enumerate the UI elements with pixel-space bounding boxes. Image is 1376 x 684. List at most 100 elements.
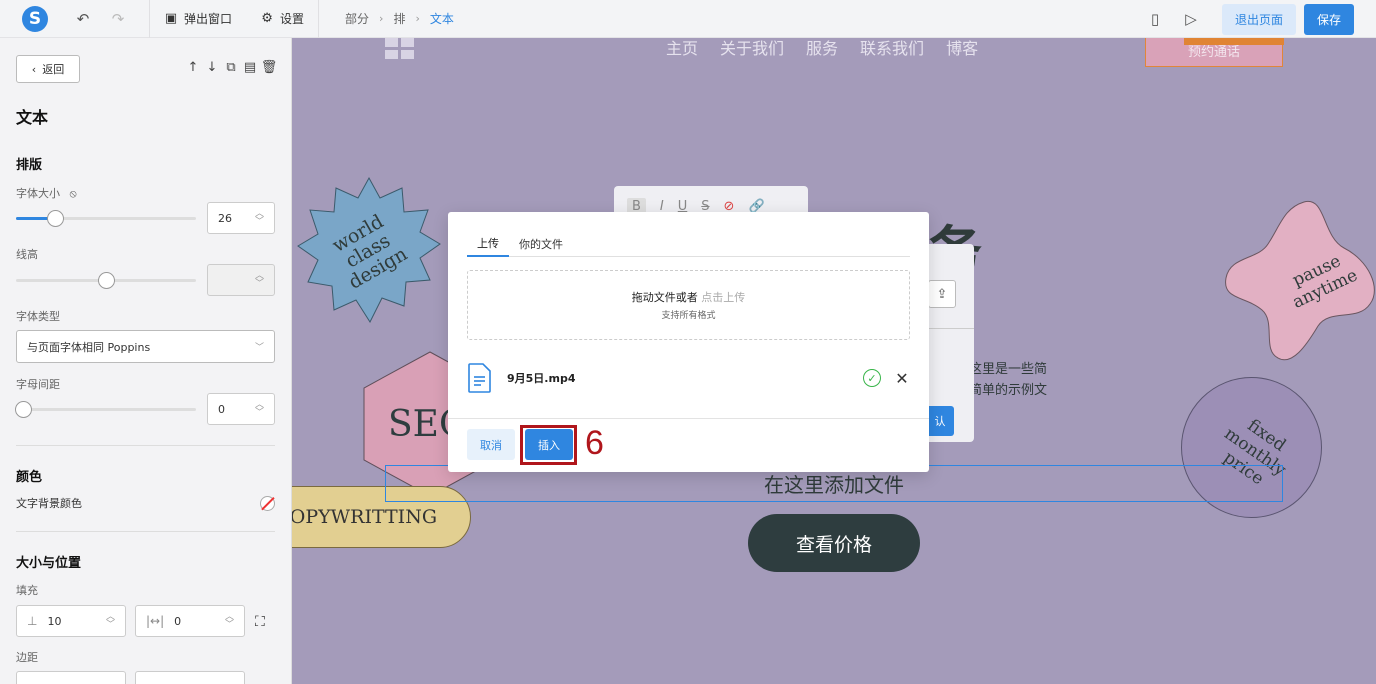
slider-knob[interactable] xyxy=(47,210,64,227)
nav-item-about[interactable]: 关于我们 xyxy=(720,38,784,59)
add-file-text: 在这里添加文件 xyxy=(764,473,904,497)
save-button[interactable]: 保存 xyxy=(1303,3,1354,35)
background-dialog: ⇪ 认 xyxy=(926,244,974,442)
no-color-icon[interactable] xyxy=(260,495,275,511)
font-size-value: 26 xyxy=(218,211,232,225)
line-height-input[interactable]: ︿ ﹀ xyxy=(207,264,275,296)
color-heading: 颜色 xyxy=(16,470,43,485)
divider xyxy=(16,445,275,446)
divider xyxy=(448,418,929,419)
divider xyxy=(926,328,974,329)
reset-icon[interactable]: ⦸ xyxy=(70,187,77,200)
upload-icon[interactable]: ⇪ xyxy=(928,280,956,308)
line-height-label: 线高 xyxy=(16,248,38,261)
font-size-input[interactable]: 26 ︿ ﹀ xyxy=(207,202,275,234)
popup-button[interactable]: ▣ 弹出窗口 xyxy=(164,10,232,27)
exit-page-button[interactable]: 退出页面 xyxy=(1221,3,1296,35)
check-circle-icon: ✓ xyxy=(863,369,881,387)
stepper-icon[interactable]: ︿ ﹀ xyxy=(255,401,264,418)
margin-vertical-input[interactable] xyxy=(16,671,126,684)
dropzone-subtext: 支持所有格式 xyxy=(661,311,716,321)
tab-upload[interactable]: 上传 xyxy=(467,231,509,257)
breadcrumb-item-text: 文本 xyxy=(429,12,454,26)
chevron-left-icon: ‹ xyxy=(31,62,37,76)
padding-vertical-input[interactable]: ⊥ 10 ︿ ﹀ xyxy=(16,605,126,637)
font-size-label: 字体大小 ⦸ xyxy=(16,185,77,201)
horizontal-padding-icon: |↔| xyxy=(146,614,165,628)
slider-knob[interactable] xyxy=(15,401,32,418)
move-up-icon[interactable]: ↑ xyxy=(186,60,200,75)
copywriting-text: COPYWRITTING xyxy=(292,506,437,528)
close-icon[interactable]: ✕ xyxy=(893,369,911,388)
padding-horizontal-input[interactable]: |↔| 0 ︿ ﹀ xyxy=(135,605,245,637)
vertical-padding-icon: ⊥ xyxy=(27,614,38,628)
stepper-icon[interactable]: ︿ ﹀ xyxy=(225,613,234,630)
font-size-slider[interactable] xyxy=(16,210,196,227)
click-upload-link[interactable]: 点击上传 xyxy=(701,291,745,304)
stepper-icon[interactable]: ︿ ﹀ xyxy=(106,613,115,630)
padding-horizontal-value: 0 xyxy=(174,614,182,628)
dropzone-instruction: 拖动文件或者 xyxy=(631,291,698,304)
properties-panel: ‹ 返回 ↑ ↓ ⧉ ▤ 🗑 文本 排版 字体大小 ⦸ 26 ︿ ﹀ 线高 ︿ ﹀ … xyxy=(0,38,292,684)
nav-item-contact[interactable]: 联系我们 xyxy=(860,38,924,59)
stepper-icon[interactable]: ︿ ﹀ xyxy=(255,210,264,227)
nav-item-blog[interactable]: 博客 xyxy=(946,38,978,59)
element-toolbar[interactable] xyxy=(1184,38,1284,45)
book-call-button[interactable]: 预约通话 xyxy=(1145,38,1284,67)
file-dropzone[interactable]: 拖动文件或者 点击上传 支持所有格式 xyxy=(467,270,910,340)
padding-label: 填充 xyxy=(16,584,38,597)
font-type-label: 字体类型 xyxy=(16,310,60,323)
copy-icon[interactable]: ⧉ xyxy=(224,60,238,75)
gear-icon: ⚙ xyxy=(261,11,273,26)
typography-heading: 排版 xyxy=(16,158,43,173)
letter-spacing-input[interactable]: 0 ︿ ﹀ xyxy=(207,393,275,425)
redo-icon[interactable]: ↷ xyxy=(109,10,127,28)
font-size-label-text: 字体大小 xyxy=(16,187,60,200)
divider xyxy=(149,0,150,38)
confirm-button[interactable]: 认 xyxy=(926,406,954,436)
mobile-preview-icon[interactable]: ▯ xyxy=(1146,10,1164,28)
breadcrumb: 部分 › 排 › 文本 xyxy=(345,10,454,27)
panel-title: 文本 xyxy=(16,108,49,127)
tab-your-files[interactable]: 你的文件 xyxy=(509,231,573,257)
margin-horizontal-input[interactable] xyxy=(135,671,245,684)
stepper-icon[interactable]: ︿ ﹀ xyxy=(255,272,264,289)
line-height-slider[interactable] xyxy=(16,272,196,289)
document-icon xyxy=(468,363,491,393)
chevron-right-icon: › xyxy=(379,12,384,25)
trash-icon[interactable]: 🗑 xyxy=(261,60,278,75)
site-nav: 主页 关于我们 服务 联系我们 博客 xyxy=(666,38,978,59)
font-type-select[interactable]: 与页面字体相同 Poppins ﹀ xyxy=(16,330,275,363)
nav-item-services[interactable]: 服务 xyxy=(806,38,838,59)
divider xyxy=(16,531,275,532)
text-bg-color-label: 文字背景颜色 xyxy=(16,497,82,510)
letter-spacing-slider[interactable] xyxy=(15,401,196,418)
play-icon[interactable]: ▷ xyxy=(1182,10,1200,28)
slider-knob[interactable] xyxy=(98,272,115,289)
popup-label: 弹出窗口 xyxy=(184,12,233,26)
back-button[interactable]: ‹ 返回 xyxy=(16,55,80,83)
back-label: 返回 xyxy=(42,63,65,76)
expand-icon[interactable]: ⛶ xyxy=(255,614,265,630)
breadcrumb-item-row[interactable]: 排 xyxy=(393,10,405,27)
divider xyxy=(318,0,320,38)
step-number: 6 xyxy=(585,424,604,462)
modal-tabs: 上传 你的文件 xyxy=(467,231,910,257)
settings-button[interactable]: ⚙ 设置 xyxy=(260,10,304,27)
view-pricing-button[interactable]: 查看价格 xyxy=(748,514,920,572)
save-block-icon[interactable]: ▤ xyxy=(243,60,257,75)
undo-icon[interactable]: ↶ xyxy=(74,10,92,28)
app-logo[interactable]: S xyxy=(22,5,48,32)
move-down-icon[interactable]: ↓ xyxy=(205,60,219,75)
site-logo[interactable] xyxy=(385,38,417,60)
chevron-down-icon: ﹀ xyxy=(254,343,264,353)
margin-label: 边距 xyxy=(16,651,38,664)
top-toolbar: S ↶ ↷ ▣ 弹出窗口 ⚙ 设置 部分 › 排 › 文本 ▯ ▷ 退出页面 保… xyxy=(0,0,1376,38)
nav-item-home[interactable]: 主页 xyxy=(666,38,698,59)
font-type-value: 与页面字体相同 Poppins xyxy=(27,340,151,354)
popup-window-icon: ▣ xyxy=(164,11,178,26)
breadcrumb-item-section[interactable]: 部分 xyxy=(345,10,369,27)
text-bg-color-row: 文字背景颜色 xyxy=(16,495,275,511)
cancel-button[interactable]: 取消 xyxy=(467,429,515,460)
step-highlight-box xyxy=(520,425,577,465)
